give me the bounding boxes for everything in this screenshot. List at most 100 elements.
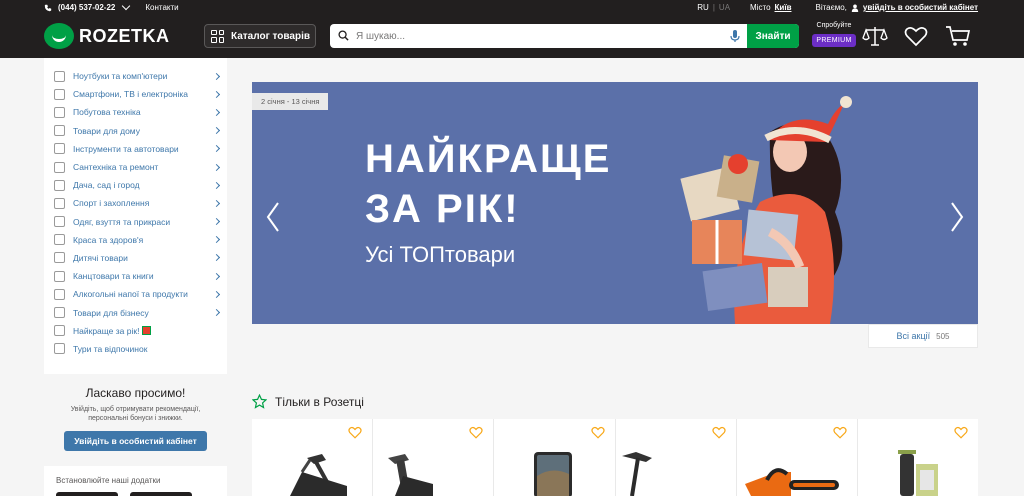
chevron-right-icon [212,127,221,135]
welcome-title: Ласкаво просимо! [85,386,186,400]
lang-separator: | [712,3,715,12]
all-promos-button[interactable]: Всі акції 505 [868,324,978,348]
rozetka-logo[interactable]: ROZETKA [44,23,170,49]
sidebar-category-item[interactable]: Одяг, взуття та прикраси [44,213,227,231]
sidebar-category-item[interactable]: Ноутбуки та комп'ютери [44,67,227,85]
palm-icon [54,343,65,355]
treadmill-icon [290,454,347,496]
garden-icon [54,179,65,191]
welcome-text: Увійдіть, щоб отримувати рекомендації, п… [70,406,201,423]
chevron-right-icon [212,199,221,207]
category-sidebar: Ноутбуки та комп'ютери Смартфони, ТВ і ел… [44,58,227,496]
sidebar-category-item[interactable]: Дитячі товари [44,249,227,267]
search-button[interactable]: Знайти [747,24,799,48]
faucet-icon [54,161,65,173]
chevron-right-icon [212,290,221,298]
sidebar-category-item[interactable]: Тури та відпочинок [44,340,227,358]
beauty-icon [54,234,65,246]
sidebar-category-item[interactable]: Алкогольні напої та продукти [44,285,227,303]
sidebar-category-label: Тури та відпочинок [73,343,148,354]
chevron-right-icon [212,163,221,171]
sidebar-category-item[interactable]: Канцтовари та книги [44,267,227,285]
category-menu: Ноутбуки та комп'ютери Смартфони, ТВ і ел… [44,58,227,358]
lang-ru[interactable]: RU [697,3,709,12]
google-play-badge[interactable] [130,492,192,496]
section-only-rozetka: Тільки в Розетці [252,394,364,409]
chevron-down-icon[interactable] [122,1,131,11]
sidebar-category-label: Канцтовари та книги [73,271,154,282]
header: (044) 537-02-22 Контакти RU | UA Місто К… [0,0,1024,58]
sidebar-login-button[interactable]: Увійдіть в особистий кабінет [64,431,207,452]
premium-promo[interactable]: Спробуйте PREMIUM [812,22,856,47]
cart-icon[interactable] [945,24,971,48]
kids-icon [54,252,65,264]
top-left-bar: (044) 537-02-22 Контакти [44,1,179,12]
search-icon [338,30,349,41]
greeting-text: Вітаємо, [815,3,847,12]
product-card[interactable] [615,419,736,496]
product-card[interactable] [857,419,979,496]
logo-smile-icon [44,23,74,49]
heart-wishlist-icon[interactable] [903,24,929,48]
search-input[interactable] [356,25,727,47]
logo-text: ROZETKA [79,25,170,46]
top-right-bar: RU | UA Місто Київ Вітаємо, увійдіть в о… [697,3,978,12]
sidebar-category-label: Товари для дому [73,125,140,136]
sidebar-category-item[interactable]: Смартфони, ТВ і електроніка [44,85,227,103]
chainsaw-icon [744,468,839,496]
business-icon [54,307,65,319]
banner-next-arrow-icon[interactable] [948,201,966,233]
gift-tag-icon [54,325,65,337]
smartphone-icon [534,452,573,496]
sidebar-category-label: Товари для бізнесу [73,307,149,318]
all-promos-count: 505 [936,331,950,341]
chevron-right-icon [212,72,221,80]
wine-glass-icon [54,288,65,300]
product-row [252,419,979,496]
sidebar-category-item[interactable]: Краса та здоров'я [44,231,227,249]
catalog-button[interactable]: Каталог товарів [204,24,316,48]
banner-subline: Усі ТОПтовари [365,242,516,267]
chevron-right-icon [212,236,221,244]
app-store-badge[interactable] [56,492,118,496]
sidebar-category-label: Інструменти та автотовари [73,143,179,154]
sidebar-category-label: Дитячі товари [73,252,128,263]
phone-icon [44,4,52,11]
login-link[interactable]: увійдіть в особистий кабінет [863,3,978,12]
product-card[interactable] [736,419,857,496]
product-card[interactable] [373,419,494,496]
chevron-right-icon [212,218,221,226]
banner-date-range: 2 січня - 13 січня [252,93,329,110]
lang-ua[interactable]: UA [719,3,730,12]
treadmill-icon [388,454,434,496]
app-store-badges [56,492,192,496]
appliance-icon [54,106,65,118]
clothes-icon [54,216,65,228]
promo-banner[interactable]: 2 січня - 13 січня НАЙКРАЩЕ ЗА РІК! Усі … [252,82,978,324]
sidebar-category-item[interactable]: Товари для дому [44,122,227,140]
contacts-link[interactable]: Контакти [145,3,178,12]
product-card[interactable] [252,419,373,496]
sidebar-category-label: Смартфони, ТВ і електроніка [73,89,189,100]
chevron-right-icon [212,145,221,153]
section-title: Тільки в Розетці [275,394,364,409]
chevron-right-icon [212,272,221,280]
sidebar-category-item[interactable]: Найкраще за рік! [44,322,227,340]
sidebar-category-item[interactable]: Товари для бізнесу [44,303,227,321]
microphone-icon[interactable] [727,28,743,44]
city-link[interactable]: Київ [775,3,792,12]
sidebar-category-item[interactable]: Дача, сад і город [44,176,227,194]
sidebar-category-item[interactable]: Інструменти та автотовари [44,140,227,158]
sidebar-category-item[interactable]: Побутова техніка [44,103,227,121]
sidebar-category-item[interactable]: Спорт і захоплення [44,194,227,212]
tools-icon [54,143,65,155]
banner-prev-arrow-icon[interactable] [264,201,282,233]
phone-number[interactable]: (044) 537-02-22 [58,3,115,12]
sidebar-category-label: Побутова техніка [73,107,141,118]
welcome-block: Ласкаво просимо! Увійдіть, щоб отримуват… [44,374,227,466]
compare-scales-icon[interactable] [862,24,888,48]
product-card[interactable] [494,419,615,496]
sidebar-category-item[interactable]: Сантехніка та ремонт [44,158,227,176]
sidebar-category-label: Сантехніка та ремонт [73,162,159,173]
star-icon [252,394,267,409]
